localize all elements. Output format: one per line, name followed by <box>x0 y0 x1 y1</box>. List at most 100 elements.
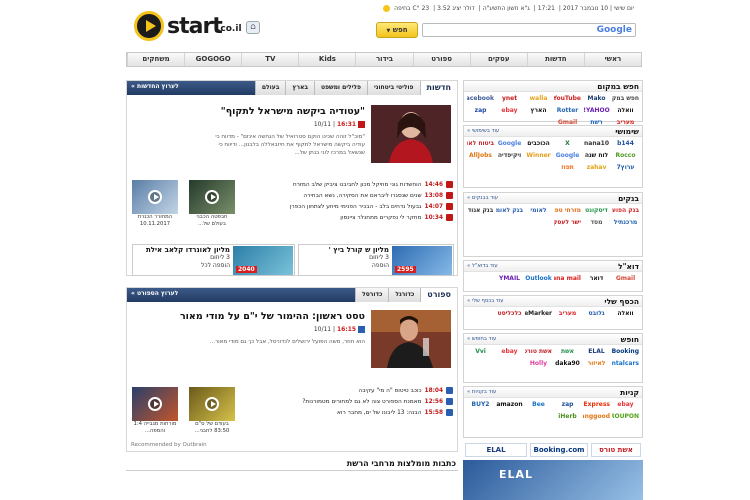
nav-item[interactable]: בידור <box>355 53 412 66</box>
nav-item[interactable]: ראשי <box>583 53 641 66</box>
site-link[interactable]: YMAIL <box>496 273 523 285</box>
site-link[interactable]: Gmail <box>612 273 639 285</box>
site-link[interactable]: ebay <box>496 346 523 358</box>
more-link[interactable]: עוד בבנקים » <box>467 193 498 204</box>
sport-channel-link[interactable]: לערוץ הספורט » <box>131 290 178 297</box>
outbrain-credit[interactable]: Recommended by Outbrain <box>131 442 207 448</box>
site-link[interactable]: ביטוח לאומי <box>467 138 494 150</box>
site-link[interactable]: מעריב <box>554 308 581 320</box>
site-link[interactable]: Mako <box>583 93 610 105</box>
site-link[interactable]: Rotter <box>554 105 581 117</box>
site-link[interactable]: מרכנתיל <box>612 217 639 229</box>
site-link[interactable]: כלכליסט <box>496 308 523 320</box>
nav-item[interactable]: עסקים <box>469 53 527 66</box>
site-link[interactable]: Booking <box>612 346 639 358</box>
site-link[interactable]: Holly <box>525 358 552 370</box>
site-link[interactable]: בנק אגוד <box>467 205 494 217</box>
site-link[interactable]: לאומי <box>525 205 552 217</box>
sport-video-2[interactable]: מורחות מגבייה 1:4 והמפה... <box>132 387 178 435</box>
site-link[interactable]: וואלה <box>612 308 639 320</box>
more-link[interactable]: עוד בחופש » <box>467 334 496 345</box>
site-link[interactable]: facebook <box>467 93 494 105</box>
headline-item[interactable]: 18:04כוכב טיטוס "ה מי" עקיבה <box>243 386 453 397</box>
site-link[interactable]: גלובס <box>583 308 610 320</box>
site-link[interactable]: Outlook <box>525 273 552 285</box>
site-link[interactable]: rentalcars <box>612 358 639 370</box>
headline-item[interactable]: 12:56מאמנת הספורט צוה לא גם למחורים מטמו… <box>243 397 453 408</box>
more-link[interactable]: עוד בדוא"ל » <box>467 261 498 272</box>
tab[interactable]: ספורט <box>420 288 457 302</box>
news-video-2[interactable]: המחורר הכנרת 10.11.2017 <box>132 180 178 228</box>
bottom-banner-3[interactable]: ELAL <box>465 443 527 457</box>
site-link[interactable]: דואר <box>583 273 610 285</box>
site-link[interactable]: ebay <box>612 399 639 411</box>
nav-item[interactable]: ספורט <box>412 53 470 66</box>
home-icon[interactable]: ⌂ <box>246 21 260 34</box>
site-link[interactable]: Google <box>554 150 581 162</box>
site-link[interactable]: daka90 <box>554 358 581 370</box>
tab[interactable]: כדורסל <box>355 288 389 302</box>
site-link[interactable]: חפש במקום <box>612 93 639 105</box>
site-link[interactable]: AllJobs <box>467 150 494 162</box>
headline-item[interactable]: 13:08שנים שנסגרו ליבראם את הסקירה, נשא ה… <box>243 191 453 202</box>
site-link[interactable]: ערוץ7 <box>612 162 639 174</box>
site-link[interactable]: Vvi <box>467 346 494 358</box>
site-link[interactable]: X <box>554 138 581 150</box>
site-link[interactable]: amazon <box>496 399 523 411</box>
headline-item[interactable]: 15:58הבנה: 13 ליבונו של ים, מחבר רוא <box>243 408 453 419</box>
lotto-ad-2[interactable]: 2040 מליון לאונרדו קלאב אילת 3 ליוזום הו… <box>132 244 295 276</box>
start-logo[interactable]: start .co.il <box>134 11 242 43</box>
nav-item[interactable]: TV <box>241 53 298 66</box>
news-main-photo[interactable] <box>371 105 451 163</box>
site-link[interactable]: iHerb <box>554 411 581 423</box>
nav-item[interactable]: משחקים <box>127 53 184 66</box>
elal-big-banner[interactable]: ELAL <box>463 460 643 500</box>
site-link[interactable]: Google <box>496 138 523 150</box>
site-link[interactable]: BUY2 <box>467 399 494 411</box>
bottom-banner-2[interactable]: Booking.com <box>530 443 588 457</box>
headline-item[interactable]: 14:07גבעול נדחים בלב - הבכיר הפנימי מיוז… <box>243 202 453 213</box>
site-link[interactable]: הכוכבים <box>525 138 552 150</box>
site-link[interactable]: b144 <box>612 138 639 150</box>
site-link[interactable]: מזרחי טפחות <box>554 205 581 217</box>
site-link[interactable]: GROUPON <box>612 411 639 423</box>
more-link[interactable]: עוד בשימושי » <box>467 126 499 137</box>
news-headline[interactable]: "עטודיה ביקשה מישראל לתקוף" <box>221 106 365 117</box>
site-link[interactable]: בנק לאומי <box>496 205 523 217</box>
site-link[interactable]: ויקיפדיה <box>496 150 523 162</box>
nav-item[interactable]: חדשות <box>526 53 584 66</box>
site-link[interactable]: ebay <box>496 105 523 117</box>
sport-headline[interactable]: טסט ראשון: ההימור של י"ם על מודי מאור <box>180 311 365 322</box>
site-link[interactable]: Rocco <box>612 150 639 162</box>
site-link[interactable]: מסד <box>583 217 610 229</box>
site-link[interactable]: nana mail <box>554 273 581 285</box>
sport-main-photo[interactable] <box>371 310 451 368</box>
site-link[interactable]: וואלה <box>612 105 639 117</box>
site-link[interactable]: לוח שנה <box>583 150 610 162</box>
nav-item[interactable]: GOGOGO <box>184 53 241 66</box>
site-link[interactable]: zap <box>467 105 494 117</box>
site-link[interactable]: תפוז <box>554 162 581 174</box>
site-link[interactable]: ynet <box>496 93 523 105</box>
bottom-banner-1[interactable]: אשת טורס <box>591 443 641 457</box>
nav-item[interactable]: Kids <box>298 53 355 66</box>
site-link[interactable]: nana10 <box>583 138 610 150</box>
tab[interactable]: חדשות <box>419 81 457 95</box>
site-link[interactable]: YouTube <box>554 93 581 105</box>
headline-item[interactable]: 14:46הוחשדות גוני מוזיקל מכון לחביבנו צי… <box>243 180 453 191</box>
site-link[interactable]: YAHOO! <box>583 105 610 117</box>
site-link[interactable]: Banggood <box>583 411 610 423</box>
site-link[interactable]: walla <box>525 93 552 105</box>
news-video-1[interactable]: חבפטה הכבני בעולם של... <box>189 180 235 228</box>
site-link[interactable]: הארץ <box>525 105 552 117</box>
site-link[interactable]: דיסקונט <box>583 205 610 217</box>
tab[interactable]: בעולם <box>254 81 286 95</box>
site-link[interactable]: בנק הפועלים <box>612 205 639 217</box>
tab[interactable]: פלילים ומשפט <box>314 81 367 95</box>
news-channel-link[interactable]: לערוץ החדשות » <box>131 83 179 90</box>
site-link[interactable]: אשת טורס <box>525 346 552 358</box>
site-link[interactable]: לאיזור <box>583 358 610 370</box>
site-link[interactable]: zap <box>554 399 581 411</box>
search-button[interactable]: חפש ▼ <box>376 22 418 38</box>
more-link[interactable]: עוד בקניות » <box>467 387 496 398</box>
